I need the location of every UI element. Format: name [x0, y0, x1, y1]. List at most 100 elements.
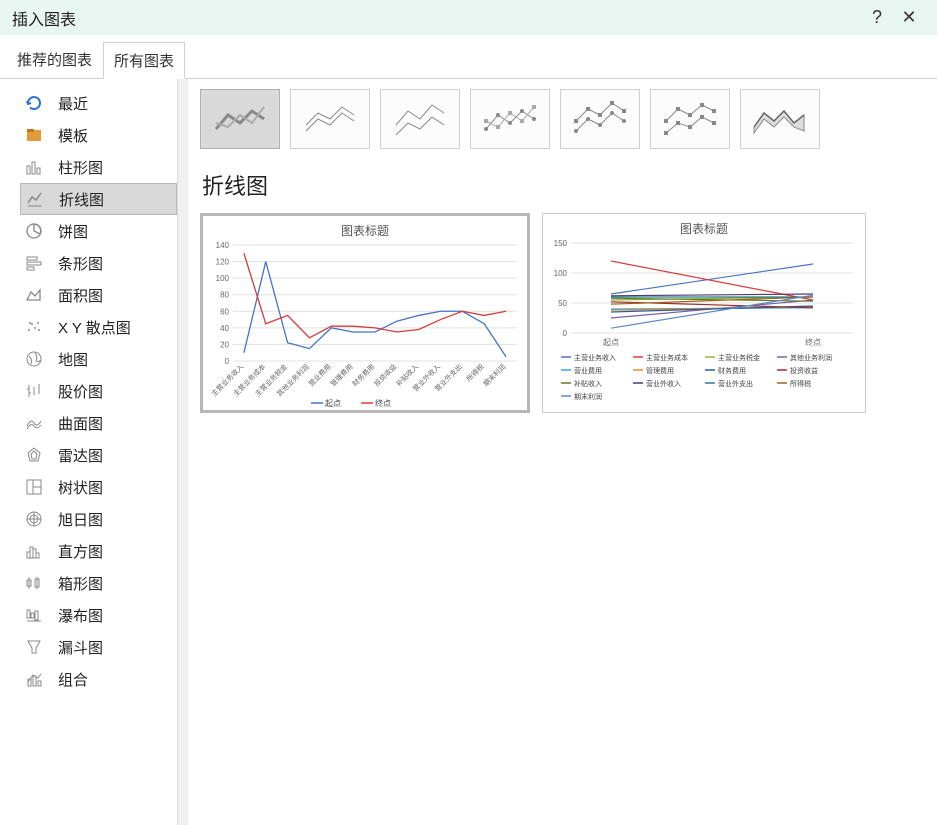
svg-text:所得税: 所得税 [790, 379, 811, 388]
category-sidebar: 最近模板柱形图折线图饼图条形图面积图 X Y 散点图地图股价图曲面图雷达图树状图旭… [0, 79, 178, 825]
template-icon [24, 125, 44, 145]
category-radar[interactable]: 雷达图 [20, 439, 177, 471]
waterfall-icon [24, 605, 44, 625]
svg-text:40: 40 [220, 324, 229, 333]
category-label: 直方图 [58, 541, 103, 562]
category-label: 折线图 [59, 189, 104, 210]
svg-text:期末利润: 期末利润 [574, 392, 602, 401]
treemap-icon [24, 477, 44, 497]
line-subtype-1[interactable] [200, 89, 280, 149]
svg-text:终点: 终点 [805, 337, 821, 347]
category-map[interactable]: 地图 [20, 343, 177, 375]
svg-text:50: 50 [558, 299, 567, 308]
surface-icon [24, 413, 44, 433]
svg-text:财务费用: 财务费用 [718, 366, 746, 375]
svg-text:营业外支出: 营业外支出 [718, 379, 753, 388]
category-label: 旭日图 [58, 509, 103, 530]
category-label: 曲面图 [58, 413, 103, 434]
title-bar: 插入图表 ? ✕ [0, 0, 937, 35]
category-label: 组合 [58, 669, 88, 690]
category-label: 雷达图 [58, 445, 103, 466]
category-scatter[interactable]: X Y 散点图 [20, 311, 177, 343]
svg-text:主营业务收入: 主营业务收入 [574, 353, 616, 362]
category-histogram[interactable]: 直方图 [20, 535, 177, 567]
category-combo[interactable]: 组合 [20, 663, 177, 695]
main-panel: 折线图 图表标题 020406080100120140主营业务收入主营业务成本主… [187, 79, 937, 825]
category-pie[interactable]: 饼图 [20, 215, 177, 247]
subtype-row [200, 89, 921, 149]
category-surface[interactable]: 曲面图 [20, 407, 177, 439]
svg-text:0: 0 [225, 357, 230, 366]
map-icon [24, 349, 44, 369]
category-treemap[interactable]: 树状图 [20, 471, 177, 503]
category-sunburst[interactable]: 旭日图 [20, 503, 177, 535]
category-recent[interactable]: 最近 [20, 87, 177, 119]
help-button[interactable]: ? [861, 7, 893, 28]
chart2-title: 图表标题 [543, 220, 865, 237]
window-title: 插入图表 [12, 6, 76, 30]
line-subtype-6[interactable] [650, 89, 730, 149]
category-template[interactable]: 模板 [20, 119, 177, 151]
category-label: 面积图 [58, 285, 103, 306]
category-column[interactable]: 柱形图 [20, 151, 177, 183]
svg-text:管理费用: 管理费用 [646, 366, 674, 375]
svg-text:80: 80 [220, 291, 229, 300]
combo-icon [24, 669, 44, 689]
category-funnel[interactable]: 漏斗图 [20, 631, 177, 663]
svg-text:所得税: 所得税 [464, 362, 485, 383]
category-line[interactable]: 折线图 [20, 183, 177, 215]
svg-text:120: 120 [216, 258, 230, 267]
tab-all[interactable]: 所有图表 [103, 42, 185, 79]
svg-text:起点: 起点 [325, 399, 341, 408]
svg-text:营业费用: 营业费用 [574, 366, 602, 375]
category-label: 柱形图 [58, 157, 103, 178]
line-subtype-2[interactable] [290, 89, 370, 149]
category-waterfall[interactable]: 瀑布图 [20, 599, 177, 631]
preview-chart-2[interactable]: 图表标题 050100150起点终点主营业务收入主营业务成本主营业务税金其他业务… [542, 213, 866, 413]
category-label: 瀑布图 [58, 605, 103, 626]
tab-bar: 推荐的图表 所有图表 [0, 35, 937, 79]
category-area[interactable]: 面积图 [20, 279, 177, 311]
svg-text:投资收益: 投资收益 [372, 362, 398, 388]
svg-text:150: 150 [554, 239, 568, 248]
svg-text:期末利润: 期末利润 [481, 362, 507, 388]
line-subtype-3[interactable] [380, 89, 460, 149]
category-bar[interactable]: 条形图 [20, 247, 177, 279]
funnel-icon [24, 637, 44, 657]
svg-text:财务费用: 财务费用 [350, 362, 376, 388]
pie-icon [24, 221, 44, 241]
category-label: 箱形图 [58, 573, 103, 594]
svg-text:投资收益: 投资收益 [790, 366, 818, 375]
svg-text:终点: 终点 [375, 398, 391, 408]
category-boxplot[interactable]: 箱形图 [20, 567, 177, 599]
line-subtype-5[interactable] [560, 89, 640, 149]
line-subtype-4[interactable] [470, 89, 550, 149]
svg-text:主营业务成本: 主营业务成本 [646, 353, 688, 362]
tab-recommended[interactable]: 推荐的图表 [6, 41, 103, 78]
preview-chart-1[interactable]: 图表标题 020406080100120140主营业务收入主营业务成本主营业务税… [200, 213, 530, 413]
close-button[interactable]: ✕ [893, 7, 925, 28]
category-label: X Y 散点图 [58, 317, 131, 338]
stock-icon [24, 381, 44, 401]
svg-text:营业费用: 营业费用 [307, 362, 333, 388]
line-subtype-7[interactable] [740, 89, 820, 149]
category-stock[interactable]: 股价图 [20, 375, 177, 407]
category-label: 饼图 [58, 221, 88, 242]
radar-icon [24, 445, 44, 465]
category-label: 最近 [58, 93, 88, 114]
boxplot-icon [24, 573, 44, 593]
category-label: 条形图 [58, 253, 103, 274]
category-label: 地图 [58, 349, 88, 370]
histogram-icon [24, 541, 44, 561]
category-label: 树状图 [58, 477, 103, 498]
svg-text:补贴收入: 补贴收入 [574, 379, 602, 388]
svg-text:起点: 起点 [603, 338, 619, 347]
line-icon [25, 189, 45, 209]
area-icon [24, 285, 44, 305]
svg-text:60: 60 [220, 307, 229, 316]
column-icon [24, 157, 44, 177]
category-label: 模板 [58, 125, 88, 146]
svg-text:20: 20 [220, 340, 229, 349]
scatter-icon [24, 317, 44, 337]
bar-icon [24, 253, 44, 273]
